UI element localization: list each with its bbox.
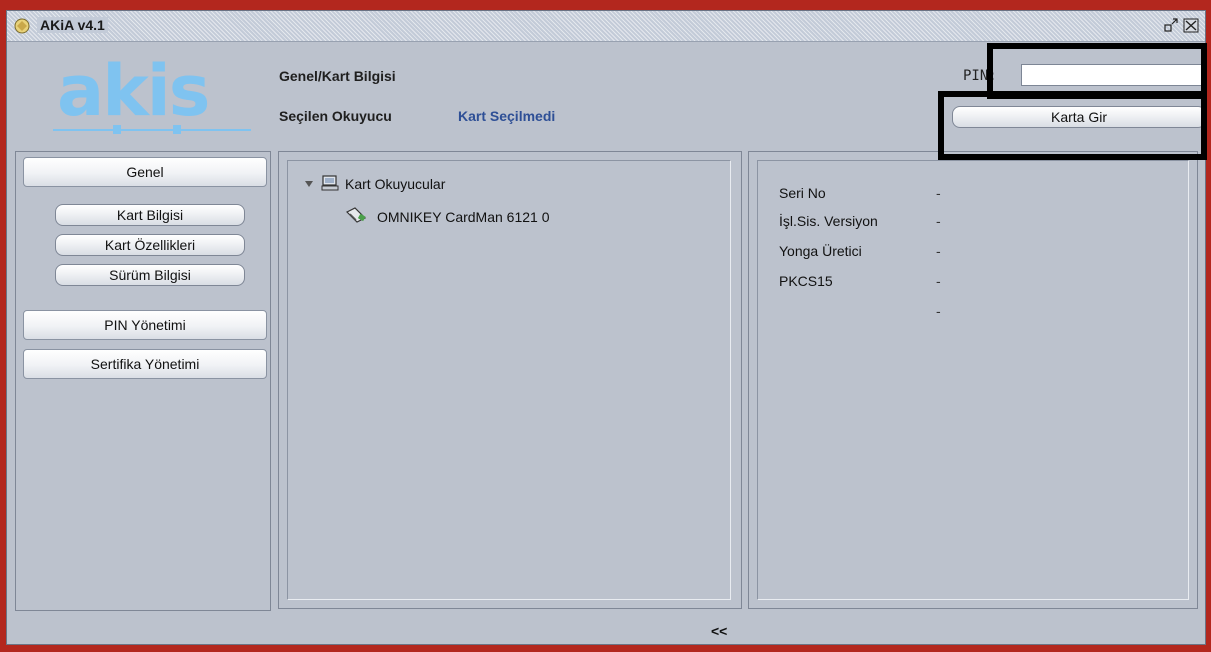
info-value-os-version: - — [936, 213, 941, 229]
window-title: AKiA v4.1 — [37, 17, 108, 33]
tree-item-reader[interactable]: OMNIKEY CardMan 6121 0 — [377, 209, 550, 225]
info-value-chip-vendor: - — [936, 243, 941, 259]
card-reader-icon — [345, 207, 367, 223]
app-window: AKiA v4.1 akis Genel/Kart Bilgisi Seçile… — [6, 10, 1207, 645]
akis-logo: akis — [53, 55, 251, 134]
expand-toggle-icon[interactable] — [304, 179, 314, 189]
info-label-os-version: İşl.Sis. Versiyon — [779, 213, 878, 229]
computer-icon — [321, 175, 339, 191]
sidebar-section-pin-yonetimi[interactable]: PIN Yönetimi — [23, 310, 267, 340]
info-value-serial: - — [936, 185, 941, 201]
selected-reader-label: Seçilen Okuyucu — [279, 108, 392, 124]
svg-text:akis: akis — [57, 55, 208, 132]
info-label-chip-vendor: Yonga Üretici — [779, 243, 862, 259]
info-label-pkcs15: PKCS15 — [779, 273, 833, 289]
info-value-extra: - — [936, 303, 941, 319]
reader-tree-frame — [287, 160, 731, 600]
tree-root-label[interactable]: Kart Okuyucular — [345, 176, 445, 192]
selected-reader-value: Kart Seçilmedi — [458, 108, 556, 124]
page-title: Genel/Kart Bilgisi — [279, 68, 396, 84]
annotation-box-login — [938, 91, 1207, 160]
sidebar-item-surum-bilgisi[interactable]: Sürüm Bilgisi — [55, 264, 245, 286]
close-icon[interactable] — [1183, 18, 1199, 33]
minimize-icon[interactable] — [1163, 18, 1179, 33]
collapse-toggle[interactable]: << — [711, 623, 727, 639]
info-label-serial: Seri No — [779, 185, 826, 201]
sidebar-item-kart-ozellikleri[interactable]: Kart Özellikleri — [55, 234, 245, 256]
info-value-pkcs15: - — [936, 273, 941, 289]
sidebar-section-genel[interactable]: Genel — [23, 157, 267, 187]
sidebar-section-sertifika-yonetimi[interactable]: Sertifika Yönetimi — [23, 349, 267, 379]
title-bar[interactable]: AKiA v4.1 — [7, 11, 1205, 42]
app-icon — [14, 18, 30, 34]
sidebar-item-kart-bilgisi[interactable]: Kart Bilgisi — [55, 204, 245, 226]
